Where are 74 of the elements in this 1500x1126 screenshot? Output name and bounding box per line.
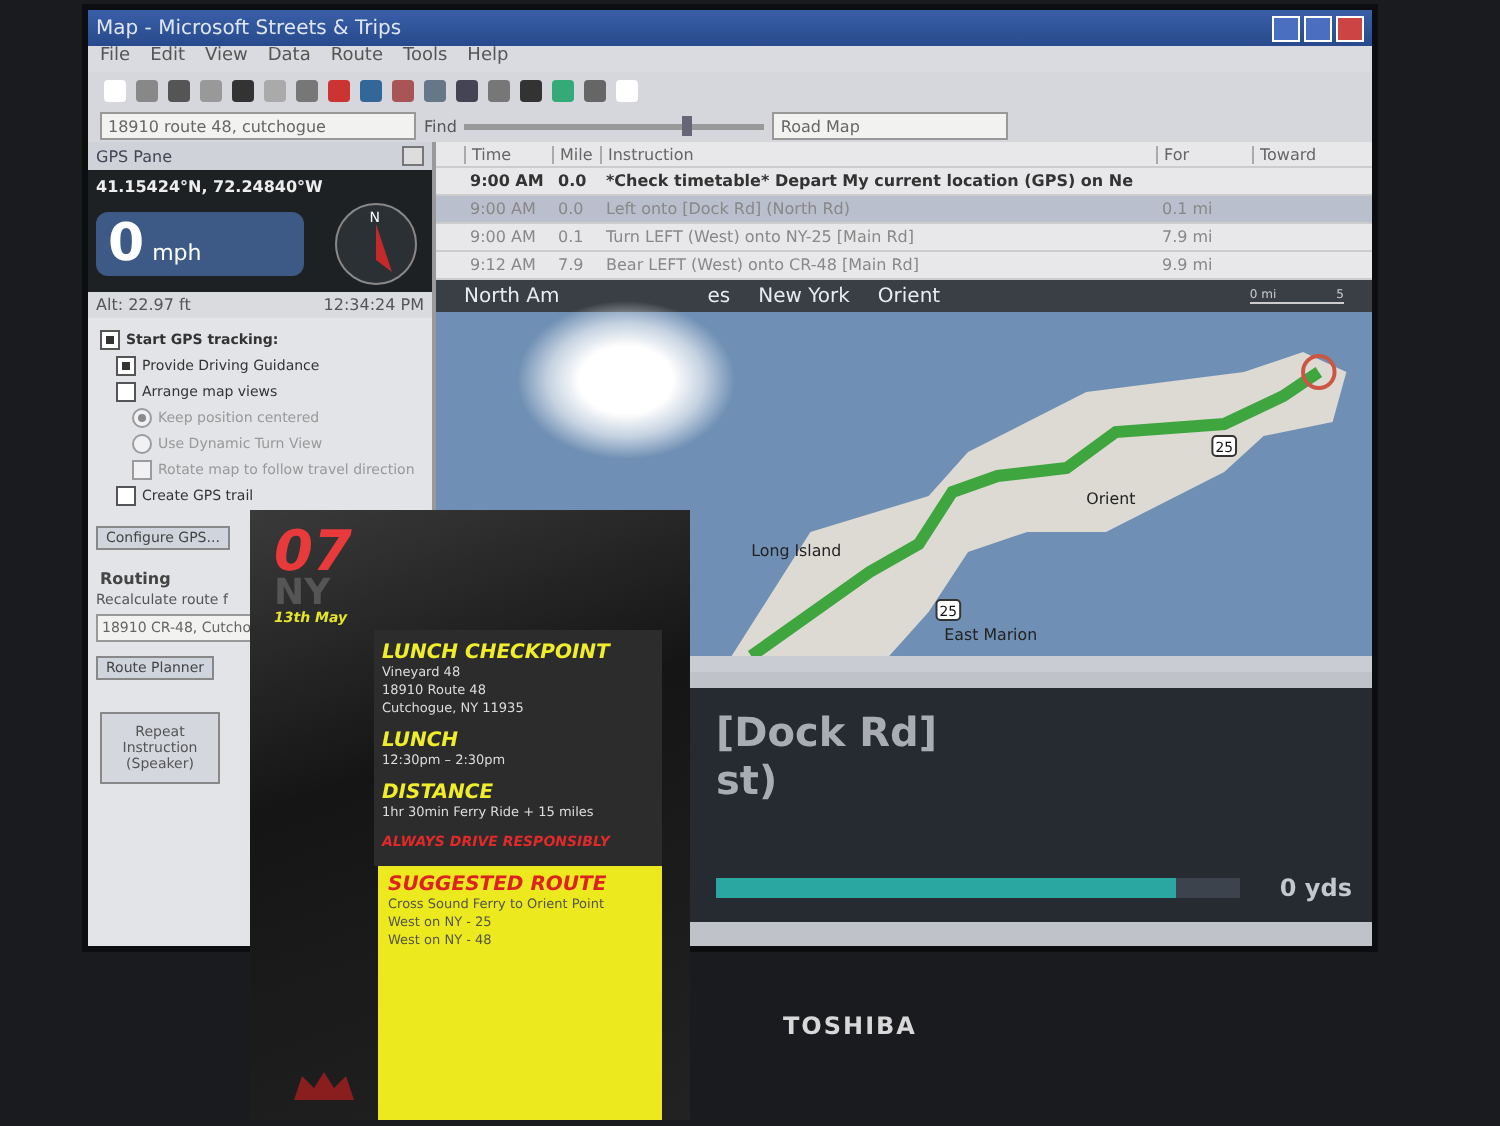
checkbox[interactable] [116,356,136,376]
logo-icon [290,1068,358,1104]
card-heading: SUGGESTED ROUTE [388,874,609,896]
toolbar-icon[interactable] [328,80,350,102]
pane-title[interactable]: GPS Pane [96,147,173,165]
section-heading: Routing [98,568,173,592]
altitude: Alt: 22.97 ft [96,296,191,314]
table-cell-text: Turn LEFT (West) onto NY-25 [Main Rd] [604,228,916,246]
place-label: Long Island [751,541,842,561]
direction-row[interactable]: 9:00 AM 0.1 Turn LEFT (West) onto NY-25 [Main Rd] 7.9 mi [436,224,1372,252]
toolbar-icon[interactable] [424,80,446,102]
table-cell-text: 0.1 mi [1160,200,1215,218]
coordinates: 41.15424°N, 72.24840°W [96,178,325,196]
speed-value: 0 [108,212,145,276]
table-cell-text: 0.0 [556,200,586,218]
slider-thumb[interactable] [682,115,693,135]
window-title: Map - Microsoft Streets & Trips [96,17,402,39]
menu-item[interactable]: View [205,46,248,72]
minimize-button[interactable] [1272,15,1300,41]
toolbar-icon[interactable] [488,80,510,102]
table-cell-text: Left onto [Dock Rd] (North Rd) [604,200,852,218]
gps-time: 12:34:24 PM [323,296,424,314]
place-label: Orient [1086,489,1136,509]
menu-item[interactable]: Tools [403,46,448,72]
close-button[interactable] [402,146,424,166]
breadcrumb[interactable]: North Am [464,285,560,307]
toolbar-icon[interactable] [584,80,606,102]
toolbar-icon[interactable] [520,80,542,102]
table-cell-text: 7.9 mi [1160,228,1215,246]
menu-item[interactable]: Route [330,46,383,72]
card-heading: LUNCH [382,730,461,752]
table-cell-text: 7.9 [556,256,586,274]
breadcrumb[interactable]: Orient [877,285,941,307]
address-field[interactable]: 18910 route 48, cutchogue [100,112,416,140]
column-header[interactable]: Time [464,145,552,163]
breadcrumb[interactable]: New York [758,285,850,307]
map-style-dropdown[interactable]: Road Map [772,112,1009,140]
toolbar-icon[interactable] [456,80,478,102]
menu-item[interactable]: File [100,46,131,72]
breadcrumb[interactable]: es [707,285,731,307]
toolbar-icon[interactable] [360,80,382,102]
column-header[interactable]: For [1156,145,1252,163]
card-number: 07 [274,526,352,578]
checkbox[interactable] [116,486,136,506]
column-header[interactable]: Instruction [600,145,1156,163]
table-cell-text: Bear LEFT (West) onto CR-48 [Main Rd] [604,256,921,274]
distance-remaining: 0 yds [1279,874,1352,902]
toolbar-icon[interactable] [168,80,190,102]
guidance-text: [Dock Rd] [716,708,939,756]
table-cell-text: 0.1 [556,228,586,246]
menu-item[interactable]: Help [467,46,509,72]
card-heading: DISTANCE [382,782,496,804]
table-cell-text: *Check timetable* Depart My current location (GPS) on Ne [604,172,1136,190]
checkbox[interactable] [116,382,136,402]
table-cell-text: 9:00 AM [468,172,546,190]
menu-item[interactable]: Edit [150,46,185,72]
table-cell-text: 0.0 [556,172,589,190]
table-cell-text: 9.9 mi [1160,256,1215,274]
speed-unit: mph [152,240,202,266]
toolbar-icon[interactable] [392,80,414,102]
toolbar-icon[interactable] [232,80,254,102]
place-label: East Marion [944,625,1038,645]
guidance-text: st) [716,756,780,804]
column-header[interactable]: Mile [552,145,600,163]
toolbar-icon[interactable] [296,80,318,102]
brand-label: TOSHIBA [783,1012,917,1040]
table-cell-text: 9:00 AM [468,200,538,218]
column-header[interactable]: Toward [1252,145,1372,163]
maximize-button[interactable] [1304,15,1332,41]
menu-item[interactable]: Data [267,46,311,72]
checkbox[interactable] [100,330,120,350]
table-cell-text: 9:12 AM [468,256,538,274]
find-label: Find [424,117,457,135]
table-cell-text: 9:00 AM [468,228,538,246]
